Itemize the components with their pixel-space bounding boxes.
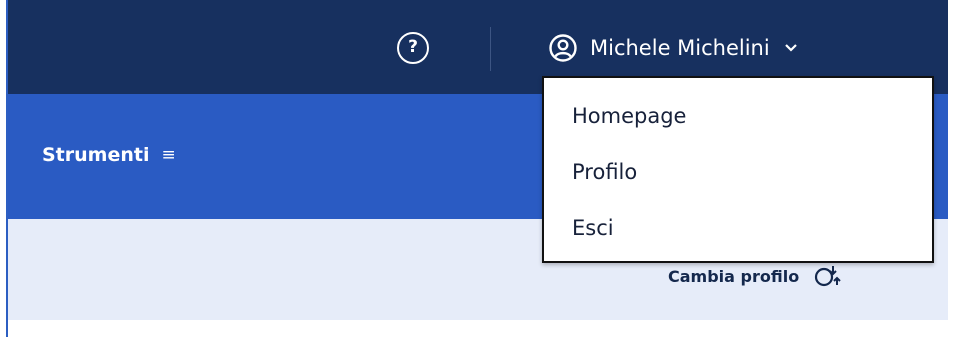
chevron-down-icon	[784, 44, 797, 52]
switch-profile-icon	[815, 266, 841, 287]
user-menu-toggle[interactable]: Michele Michelini	[548, 30, 798, 66]
menu-item-homepage[interactable]: Homepage	[572, 104, 686, 128]
user-dropdown-menu: Homepage Profilo Esci	[542, 76, 934, 263]
app-frame: ? Michele Michelini Strumenti ≡ Cambia p…	[0, 0, 954, 337]
switch-profile-label: Cambia profilo	[668, 266, 800, 286]
menu-item-esci[interactable]: Esci	[572, 216, 614, 240]
switch-profile-button[interactable]: Cambia profilo	[668, 263, 841, 289]
question-circle-icon: ?	[408, 37, 418, 57]
header-divider	[490, 27, 491, 71]
tools-label: Strumenti	[42, 144, 150, 166]
hamburger-icon: ≡	[161, 145, 176, 165]
user-name: Michele Michelini	[590, 36, 770, 60]
menu-item-profilo[interactable]: Profilo	[572, 160, 637, 184]
tools-menu-button[interactable]: Strumenti ≡	[42, 144, 176, 166]
user-circle-icon	[549, 34, 577, 62]
help-button[interactable]: ?	[397, 32, 429, 64]
